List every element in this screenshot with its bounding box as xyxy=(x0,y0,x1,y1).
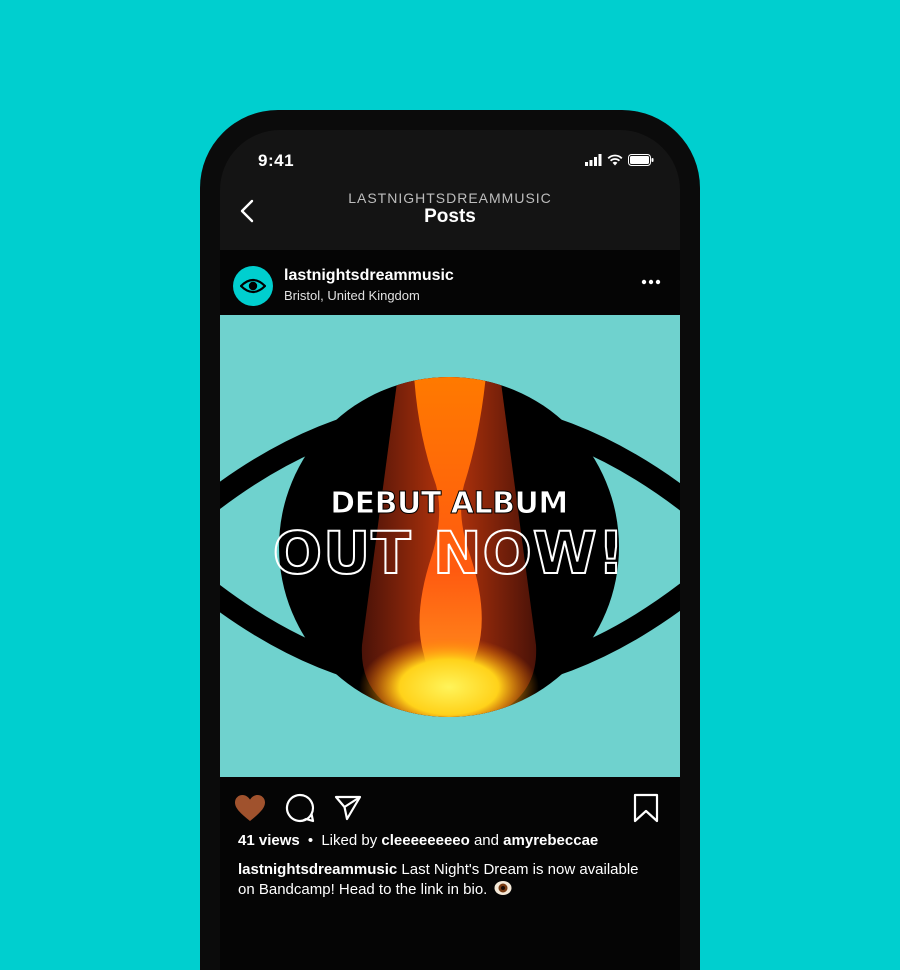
share-button[interactable] xyxy=(330,790,366,826)
post-card: lastnightsdreammusic Bristol, United Kin… xyxy=(220,250,680,970)
page-title: Posts xyxy=(424,206,476,227)
stats-separator: • xyxy=(307,832,314,849)
liked-by-user-1[interactable]: cleeeeeeeeo xyxy=(381,832,469,849)
send-icon xyxy=(334,795,362,821)
view-count: 41 views xyxy=(238,832,300,849)
cellular-signal-icon xyxy=(585,154,602,166)
album-artwork: DEBUT ALBUM OUT NOW! xyxy=(220,315,680,777)
status-time: 9:41 xyxy=(258,151,295,170)
nav-bar: LASTNIGHTSDREAMMUSIC Posts xyxy=(220,188,680,238)
heart-icon xyxy=(235,795,265,821)
more-options-button[interactable] xyxy=(638,272,664,292)
wifi-icon xyxy=(607,154,623,166)
post-header: lastnightsdreammusic Bristol, United Kin… xyxy=(220,250,680,316)
post-stats: 41 views • Liked by cleeeeeeeeo and amyr… xyxy=(238,832,598,849)
post-image[interactable]: DEBUT ALBUM OUT NOW! xyxy=(220,315,680,777)
post-action-bar xyxy=(220,788,680,828)
phone-frame: 9:41 LASTNIGHTSDREAMMUSIC Posts lastnigh… xyxy=(200,110,700,970)
post-caption: lastnightsdreammusic Last Night's Dream … xyxy=(238,860,658,900)
post-location[interactable]: Bristol, United Kingdom xyxy=(284,288,420,303)
like-button[interactable] xyxy=(232,790,268,826)
status-icons xyxy=(585,154,654,166)
comment-icon xyxy=(285,793,315,823)
post-username[interactable]: lastnightsdreammusic xyxy=(284,267,454,285)
liked-by-user-2[interactable]: amyrebeccae xyxy=(503,832,598,849)
battery-icon xyxy=(628,154,654,166)
eye-emoji-icon xyxy=(494,881,511,895)
artwork-line2: OUT NOW! xyxy=(273,519,625,587)
phone-screen: 9:41 LASTNIGHTSDREAMMUSIC Posts lastnigh… xyxy=(220,130,680,970)
comment-button[interactable] xyxy=(282,790,318,826)
liked-by-and: and xyxy=(473,832,499,849)
status-bar: 9:41 xyxy=(220,130,680,190)
more-horizontal-icon xyxy=(641,279,661,285)
bookmark-icon xyxy=(633,793,659,823)
nav-account-name: LASTNIGHTSDREAMMUSIC xyxy=(348,190,552,206)
caption-username[interactable]: lastnightsdreammusic xyxy=(238,861,397,878)
liked-by-prefix: Liked by xyxy=(321,832,378,849)
artwork-line1: DEBUT ALBUM xyxy=(330,486,567,521)
eye-logo-icon xyxy=(240,278,266,294)
avatar[interactable] xyxy=(233,266,273,306)
save-button[interactable] xyxy=(628,790,664,826)
